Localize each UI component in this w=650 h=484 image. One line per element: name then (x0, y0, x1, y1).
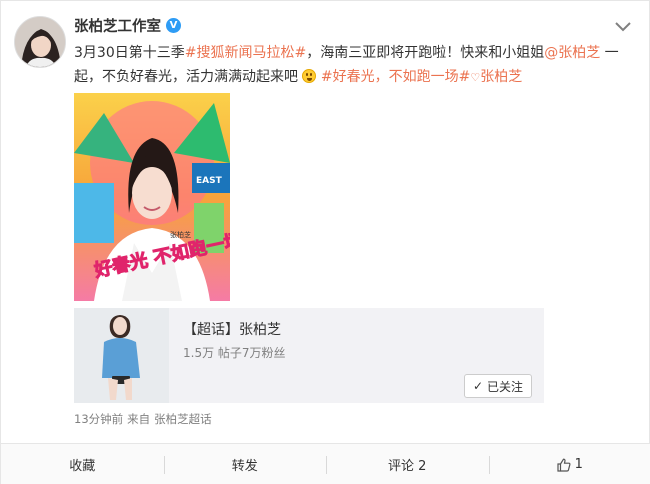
emoji-icon (302, 69, 317, 83)
action-bar: 收藏 转发 评论 2 1 (1, 443, 650, 484)
poster-badge-text: EAST (196, 176, 223, 186)
post-meta: 13分钟前 来自 张柏芝超话 (74, 411, 212, 427)
weibo-post-card: 张柏芝工作室 V 3月30日第十三季#搜狐新闻马拉松#，海南三亚即将开跑啦！快来… (0, 0, 650, 484)
verified-icon: V (166, 18, 181, 33)
like-button[interactable]: 1 (488, 444, 650, 484)
followed-button[interactable]: ✓ 已关注 (464, 374, 532, 398)
chevron-down-icon[interactable] (613, 20, 633, 34)
post-image[interactable]: EAST 张柏芝 好春光 不如跑一场 (74, 93, 230, 301)
repost-button[interactable]: 转发 (163, 444, 327, 484)
super-topic-link[interactable]: 张柏芝 (480, 69, 522, 85)
author-avatar[interactable] (14, 16, 66, 68)
favorite-button[interactable]: 收藏 (1, 444, 164, 484)
author-name[interactable]: 张柏芝工作室 (74, 15, 161, 36)
check-icon: ✓ (472, 379, 484, 393)
repost-label: 转发 (231, 459, 258, 474)
poster-corner-text: 张柏芝 (170, 230, 191, 239)
comment-button[interactable]: 评论 2 (326, 444, 489, 484)
super-topic-card[interactable]: 【超话】张柏芝 1.5万 帖子7万粉丝 ✓ 已关注 (74, 308, 544, 403)
comment-label: 评论 2 (388, 459, 427, 474)
like-count: 1 (574, 457, 583, 472)
super-topic-icon: ♡ (470, 71, 481, 84)
followed-label: 已关注 (487, 379, 524, 394)
super-topic-title[interactable]: 【超话】张柏芝 (183, 319, 281, 339)
post-time[interactable]: 13分钟前 (74, 411, 123, 427)
favorite-label: 收藏 (69, 459, 96, 474)
text-plain: 3月30日第十三季 (74, 45, 185, 61)
thumbs-up-icon (557, 458, 571, 472)
source-prefix: 来自 (127, 412, 151, 426)
topic-link[interactable]: #搜狐新闻马拉松# (185, 45, 306, 61)
text-plain: ，海南三亚即将开跑啦！快来和小姐姐 (306, 45, 545, 61)
post-source[interactable]: 张柏芝超话 (154, 411, 212, 427)
super-topic-thumbnail (74, 308, 169, 403)
super-topic-stats: 1.5万 帖子7万粉丝 (183, 346, 286, 360)
author-name-row: 张柏芝工作室 V (74, 15, 181, 36)
mention-link[interactable]: @张柏芝 (544, 45, 600, 61)
topic-link[interactable]: #好春光，不如跑一场 (321, 69, 459, 85)
post-text: 3月30日第十三季#搜狐新闻马拉松#，海南三亚即将开跑啦！快来和小姐姐@张柏芝 … (74, 41, 634, 90)
topic-link[interactable]: # (459, 69, 471, 85)
